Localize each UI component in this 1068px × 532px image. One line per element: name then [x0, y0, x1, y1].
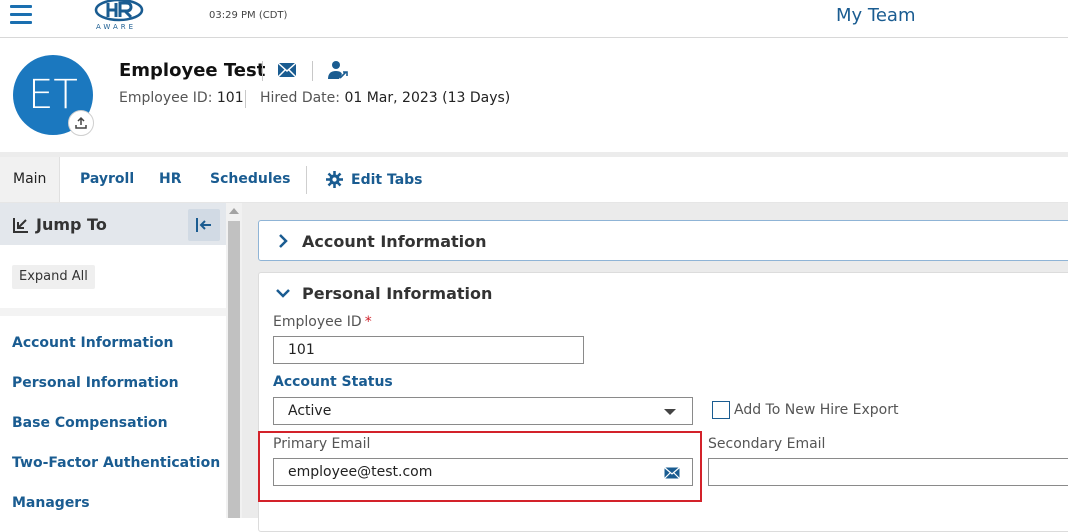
account-information-title: Account Information — [302, 232, 487, 251]
page-title: My Team — [836, 5, 916, 26]
email-icon[interactable] — [664, 467, 680, 479]
jump-link-managers[interactable]: Managers — [12, 495, 90, 511]
current-time: 03:29 PM (CDT) — [209, 10, 288, 21]
account-status-select[interactable]: Active — [273, 397, 693, 425]
personal-information-title: Personal Information — [302, 284, 493, 303]
employee-id-meta: Employee ID: 101 — [119, 90, 244, 106]
employee-id-value: 101 — [216, 90, 244, 106]
tab-bar: Main Payroll HR Schedules Edit Tabs — [0, 157, 1068, 203]
edit-tabs-label: Edit Tabs — [351, 171, 423, 188]
tab-hr[interactable]: HR — [159, 157, 182, 202]
account-status-value: Active — [288, 403, 332, 419]
hired-date-value: 01 Mar, 2023 (13 Days) — [344, 90, 511, 106]
employee-name: Employee Test — [119, 60, 266, 81]
divider — [245, 90, 246, 108]
primary-email-label: Primary Email — [273, 436, 371, 452]
hamburger-icon[interactable] — [10, 5, 32, 25]
select-caret-icon — [664, 409, 676, 415]
tab-schedules[interactable]: Schedules — [210, 157, 290, 202]
secondary-email-input[interactable] — [708, 458, 1068, 486]
top-bar: AWARE 03:29 PM (CDT) My Team — [0, 0, 1068, 38]
account-status-label: Account Status — [273, 374, 393, 390]
tab-payroll[interactable]: Payroll — [80, 157, 134, 202]
tab-main[interactable]: Main — [0, 157, 61, 202]
employee-id-field-label: Employee ID * — [273, 314, 372, 330]
jump-to-label: Jump To — [36, 215, 107, 234]
jump-link-account-information[interactable]: Account Information — [12, 335, 173, 351]
divider — [306, 166, 307, 194]
expand-all-button[interactable]: Expand All — [12, 265, 95, 289]
upload-photo-button[interactable] — [68, 110, 94, 136]
scroll-up-icon[interactable] — [229, 208, 239, 214]
jump-link-base-compensation[interactable]: Base Compensation — [12, 415, 168, 431]
collapse-left-icon — [196, 218, 211, 232]
sidebar-scrollbar[interactable] — [226, 203, 242, 518]
required-mark: * — [364, 314, 372, 330]
employee-id-label-text: Employee ID — [273, 314, 362, 330]
employee-id-input[interactable]: 101 — [273, 336, 584, 364]
jump-to-title: Jump To — [12, 215, 107, 234]
divider — [262, 61, 263, 81]
gear-icon — [326, 171, 343, 188]
logo-text: AWARE — [96, 23, 137, 31]
divider — [0, 308, 226, 316]
primary-email-value: employee@test.com — [288, 464, 433, 480]
new-hire-export-checkbox[interactable] — [712, 401, 730, 419]
chevron-right-icon — [279, 234, 288, 248]
jump-to-header: Jump To — [0, 203, 226, 245]
upload-icon — [75, 116, 87, 129]
employee-id-label: Employee ID: — [119, 90, 213, 106]
employee-header: ET Employee Test Employee ID: 101 Hired … — [0, 38, 1068, 152]
person-link-icon[interactable] — [327, 60, 349, 80]
collapse-sidebar-button[interactable] — [188, 209, 220, 241]
jump-link-personal-information[interactable]: Personal Information — [12, 375, 179, 391]
edit-tabs-button[interactable]: Edit Tabs — [326, 157, 423, 202]
jump-to-icon — [13, 217, 28, 233]
secondary-email-label: Secondary Email — [708, 436, 826, 452]
hired-date-meta: Hired Date: 01 Mar, 2023 (13 Days) — [260, 90, 510, 106]
jump-link-two-factor-authentication[interactable]: Two-Factor Authentication — [12, 455, 220, 471]
mail-icon[interactable] — [277, 62, 297, 78]
new-hire-export-label[interactable]: Add To New Hire Export — [734, 402, 899, 418]
account-information-section[interactable]: Account Information — [258, 220, 1068, 261]
primary-email-input[interactable]: employee@test.com — [273, 458, 693, 486]
jump-to-sidebar: Jump To Expand All Account Information P… — [0, 203, 226, 518]
divider — [312, 61, 313, 81]
scroll-thumb[interactable] — [228, 221, 240, 518]
hired-date-label: Hired Date: — [260, 90, 340, 106]
chevron-down-icon[interactable] — [275, 287, 291, 299]
